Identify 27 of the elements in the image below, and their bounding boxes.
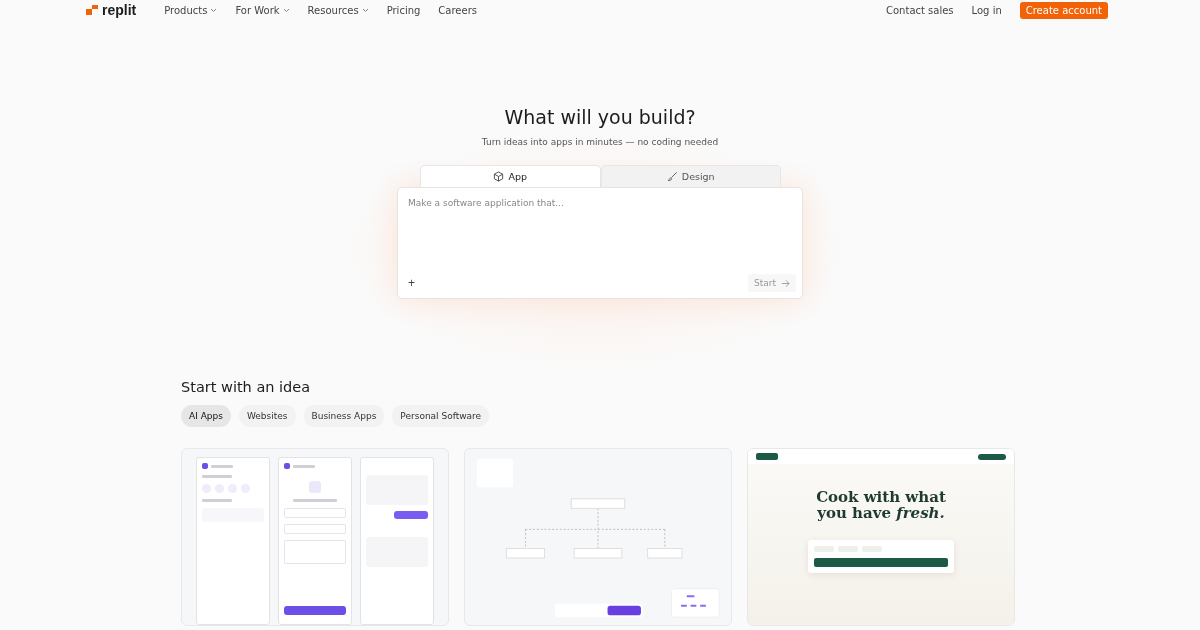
- prompt-field[interactable]: Make a software application that... + Start: [397, 187, 803, 299]
- recipe-headline: Cook with what you have fresh.: [815, 490, 947, 522]
- mode-tab[interactable]: App: [420, 165, 601, 187]
- mode-tab[interactable]: Design: [600, 165, 781, 187]
- nav-link[interactable]: Pricing: [386, 4, 421, 16]
- hero-subtitle: Turn ideas into apps in minutes — no coding needed: [481, 137, 719, 147]
- hero-title: What will you build?: [504, 106, 696, 128]
- category-chip[interactable]: Business Apps: [303, 405, 385, 427]
- nav-link[interactable]: Careers: [438, 4, 477, 16]
- attach-button[interactable]: +: [408, 274, 415, 292]
- arrow-icon: [781, 278, 790, 288]
- template-card[interactable]: Cook with what you have fresh.: [747, 448, 1015, 626]
- nav-link[interactable]: Products: [164, 4, 218, 16]
- logo-text: replit: [102, 2, 137, 18]
- category-chip[interactable]: AI Apps: [181, 405, 231, 427]
- nav-link[interactable]: Log in: [971, 4, 1002, 16]
- logo-icon: [86, 5, 98, 15]
- template-card[interactable]: [181, 448, 449, 626]
- cube-icon: [493, 171, 505, 182]
- nav-link[interactable]: Resources: [307, 4, 369, 16]
- category-chip[interactable]: Personal Software: [392, 405, 490, 427]
- section-title: Start with an idea: [181, 379, 312, 395]
- nav-link[interactable]: For Work: [235, 4, 290, 16]
- nav-link[interactable]: Contact sales: [886, 4, 954, 16]
- logo[interactable]: replit: [86, 2, 137, 18]
- category-chip[interactable]: Websites: [238, 405, 296, 427]
- brush-icon: [666, 171, 678, 182]
